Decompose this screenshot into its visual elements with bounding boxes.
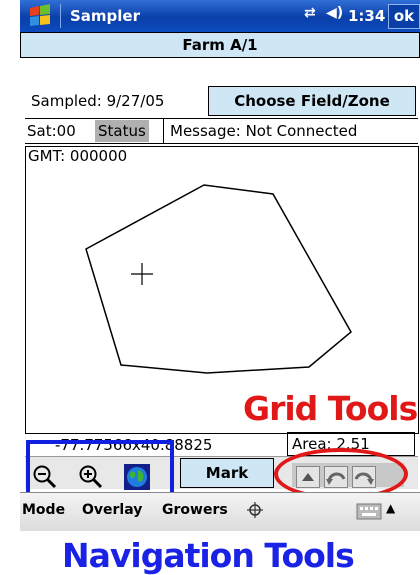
up-arrow-icon[interactable]: ▲ bbox=[386, 501, 395, 515]
grid-tools-annotation: Grid Tools bbox=[243, 389, 418, 428]
mark-button[interactable]: Mark bbox=[180, 458, 274, 488]
menu-mode[interactable]: Mode bbox=[22, 502, 65, 518]
farm-title: Farm A/1 bbox=[20, 32, 420, 58]
navigation-tools-annotation: Navigation Tools bbox=[62, 536, 355, 575]
windows-flag-icon[interactable] bbox=[26, 4, 54, 28]
gps-icon[interactable] bbox=[246, 501, 264, 519]
menu-growers[interactable]: Growers bbox=[162, 502, 228, 518]
title-separator bbox=[60, 4, 61, 28]
connectivity-icon[interactable]: ⇄ bbox=[304, 5, 316, 21]
app-title: Sampler bbox=[70, 7, 141, 25]
field-boundary bbox=[85, 184, 352, 374]
keyboard-icon[interactable] bbox=[356, 501, 382, 521]
clock[interactable]: 1:34 bbox=[348, 7, 385, 25]
sampled-date: Sampled: 9/27/05 bbox=[31, 92, 165, 110]
status-button[interactable]: Status bbox=[95, 120, 149, 142]
title-bar: Sampler ⇄ ◀) 1:34 ok bbox=[20, 0, 420, 32]
menu-overlay[interactable]: Overlay bbox=[82, 502, 142, 518]
satellite-count: Sat:00 bbox=[27, 122, 76, 140]
volume-icon[interactable]: ◀) bbox=[326, 5, 343, 21]
status-row: Sat:00 Status Message: Not Connected bbox=[25, 118, 418, 144]
navigation-tools-highlight bbox=[26, 440, 174, 500]
choose-field-zone-button[interactable]: Choose Field/Zone bbox=[208, 86, 416, 116]
menu-bar: Mode Overlay Growers ▲ bbox=[20, 492, 420, 531]
ok-button[interactable]: ok bbox=[388, 4, 420, 29]
connection-message: Message: Not Connected bbox=[163, 119, 357, 143]
